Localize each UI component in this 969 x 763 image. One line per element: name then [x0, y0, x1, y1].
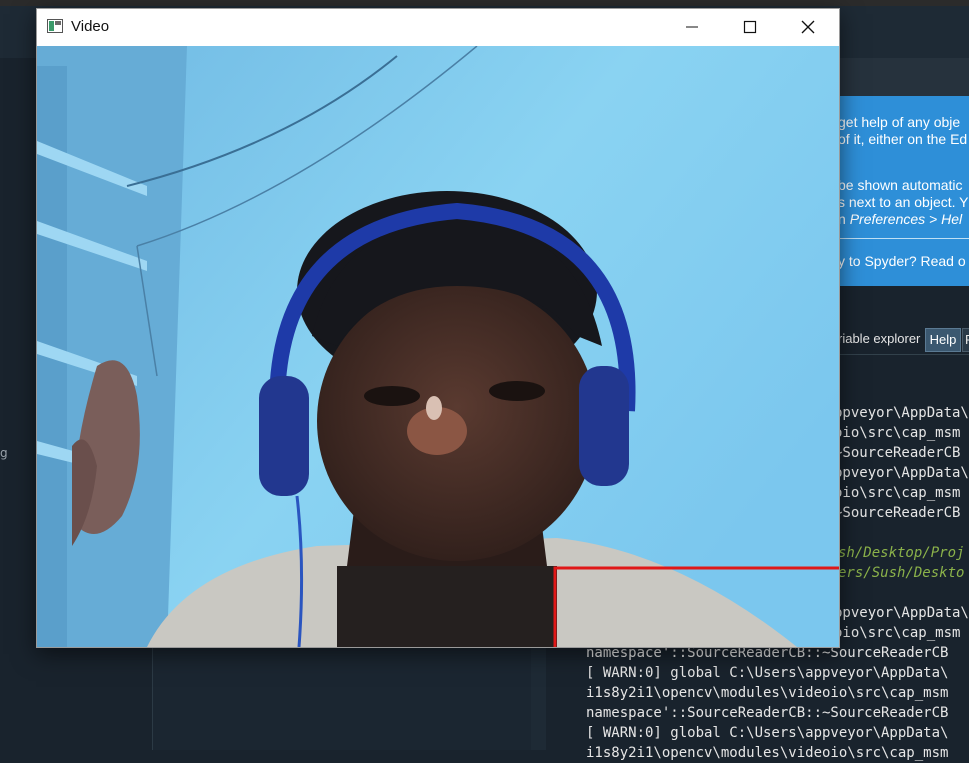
console-line: ~SourceReaderCB — [834, 505, 961, 521]
minimize-icon — [686, 26, 698, 28]
help-pane-intro: get help of any obje of it, either on th… — [838, 96, 969, 286]
opencv-window-icon — [47, 19, 63, 33]
help-text-line: s next to an object. Y — [838, 194, 969, 210]
console-line: oio\src\cap_msm — [834, 485, 961, 501]
console-line: namespace'::SourceReaderCB::~SourceReade… — [586, 705, 949, 721]
console-line: oio\src\cap_msm — [834, 425, 961, 441]
console-line: oio\src\cap_msm — [834, 625, 961, 641]
tab-variable-explorer[interactable]: riable explorer — [838, 328, 924, 350]
help-text-line: get help of any obje — [838, 114, 961, 130]
tab-help[interactable]: Help — [925, 328, 961, 352]
webcam-frame — [37, 46, 839, 647]
console-line: ppveyor\AppData\ — [834, 605, 969, 621]
explorer-text-fragment: g — [0, 446, 8, 460]
console-line: ppveyor\AppData\ — [834, 405, 969, 421]
console-line: i1s8y2i1\opencv\modules\videoio\src\cap_… — [586, 745, 949, 761]
console-path-line: sh/Desktop/Proj — [838, 545, 965, 561]
close-icon — [801, 20, 815, 34]
console-line: ppveyor\AppData\ — [834, 465, 969, 481]
console-line: ~SourceReaderCB — [834, 445, 961, 461]
help-text-line: of it, either on the Ed — [838, 131, 968, 147]
console-line: [ WARN:0] global C:\Users\appveyor\AppDa… — [586, 725, 949, 741]
video-window[interactable]: Video — [36, 8, 840, 648]
help-pane-toolbar — [838, 58, 969, 96]
tab-plots[interactable]: P — [962, 328, 969, 352]
help-divider — [838, 238, 969, 239]
help-text-line: be shown automatic — [838, 177, 963, 193]
close-button[interactable] — [785, 9, 831, 45]
help-text-line: n Preferences > Hel — [838, 211, 962, 227]
console-line: [ WARN:0] global C:\Users\appveyor\AppDa… — [586, 665, 949, 681]
help-tutorial-link[interactable]: y to Spyder? Read o — [838, 253, 966, 269]
maximize-icon — [743, 20, 757, 34]
webcam-image — [37, 46, 839, 647]
console-path-line: ers/Sush/Deskto — [838, 565, 965, 581]
window-titlebar[interactable]: Video — [37, 9, 839, 45]
maximize-button[interactable] — [727, 9, 773, 45]
tab-divider — [838, 354, 969, 355]
window-title: Video — [71, 18, 110, 35]
console-line: i1s8y2i1\opencv\modules\videoio\src\cap_… — [586, 685, 949, 701]
preferences-link[interactable]: Preferences > Hel — [850, 211, 962, 227]
minimize-button[interactable] — [669, 9, 715, 45]
